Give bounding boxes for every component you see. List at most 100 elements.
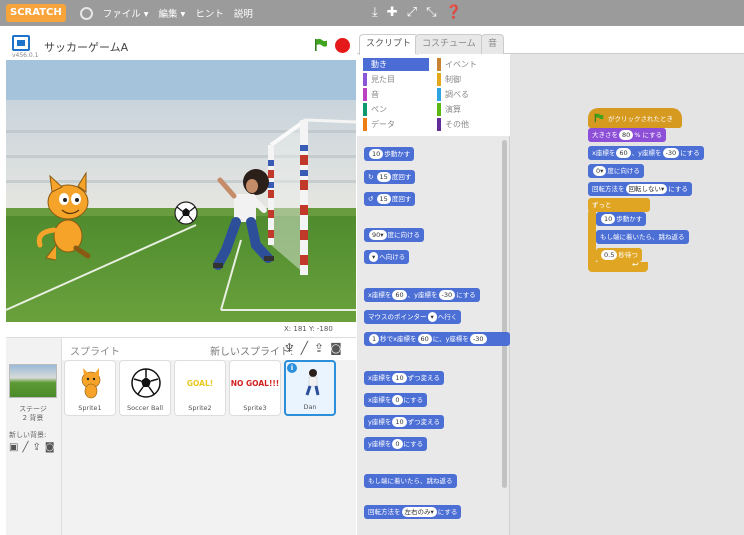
degrees-input[interactable]: 15 — [376, 172, 391, 182]
block-move-steps[interactable]: 10 歩動かす — [364, 147, 415, 161]
block-set-y[interactable]: y座標を 0 にする — [364, 437, 428, 451]
tab-scripts[interactable]: スクリプト — [359, 34, 419, 55]
category-sound[interactable]: 音 — [363, 88, 429, 101]
x-input[interactable]: 60 — [417, 334, 432, 344]
project-title[interactable]: サッカーゲームA — [44, 39, 128, 55]
sprite-tile-sprite1[interactable]: Sprite1 — [64, 360, 116, 416]
stop-button[interactable] — [335, 38, 350, 53]
palette-scrollbar[interactable] — [502, 140, 507, 488]
block-go-to-xy[interactable]: x座標を 60 、y座標を -30 にする — [588, 146, 704, 160]
block-change-y[interactable]: y座標を 10 ずつ変える — [364, 415, 444, 429]
presentation-mode-icon[interactable] — [12, 35, 30, 51]
stage-thumbnail[interactable] — [9, 364, 57, 398]
editor-tabs: スクリプト コスチューム 音 — [357, 30, 744, 55]
block-point-towards[interactable]: ▾ へ向ける — [364, 250, 410, 264]
y-input[interactable]: -30 — [469, 334, 487, 344]
menu-tips[interactable]: ヒント — [195, 6, 224, 20]
block-point-direction[interactable]: 90▾ 度に向ける — [364, 228, 425, 242]
menu-file[interactable]: ファイル ▾ — [103, 6, 149, 20]
forever-loop-arm — [588, 210, 596, 270]
x-input[interactable]: 60 — [392, 290, 407, 300]
block-move-steps[interactable]: 10 歩動かす — [596, 212, 647, 226]
x-input[interactable]: 10 — [392, 373, 407, 383]
tab-costumes[interactable]: コスチューム — [415, 34, 483, 54]
grow-icon[interactable]: ⤢ — [407, 5, 417, 20]
language-globe-icon[interactable] — [79, 6, 93, 20]
block-text: ずっと — [592, 201, 612, 209]
backdrop-library-icon[interactable]: ▣ — [9, 442, 18, 453]
target-dropdown[interactable]: ▾ — [369, 252, 379, 262]
sprite-tile-sprite2[interactable]: GOAL! Sprite2 — [174, 360, 226, 416]
y-input[interactable]: 0 — [392, 439, 403, 449]
soccer-ball-sprite[interactable] — [174, 201, 198, 225]
delete-icon[interactable]: ✚ — [387, 5, 398, 20]
duplicate-icon[interactable]: ⤓ — [372, 5, 378, 20]
block-turn-left[interactable]: ↺ 15 度回す — [364, 192, 416, 206]
sprite-tile-dan[interactable]: i Dan — [284, 360, 336, 416]
sprite-tile-soccer-ball[interactable]: Soccer Ball — [119, 360, 171, 416]
seconds-input[interactable]: 1 — [369, 334, 380, 344]
steps-input[interactable]: 10 — [601, 214, 616, 224]
block-go-to-xy[interactable]: x座標を 60 、y座標を -30 にする — [364, 288, 480, 302]
category-control[interactable]: 制御 — [437, 73, 503, 86]
block-glide[interactable]: 1 秒でx座標を 60 に、y座標を -30 — [364, 332, 510, 346]
y-input[interactable]: -30 — [438, 290, 456, 300]
block-change-x[interactable]: x座標を 10 ずつ変える — [364, 371, 444, 385]
paint-sprite-icon[interactable]: ╱ — [301, 341, 308, 355]
menu-about[interactable]: 説明 — [234, 6, 253, 20]
rotation-dropdown[interactable]: 回転しない▾ — [625, 184, 668, 194]
category-data[interactable]: データ — [363, 118, 429, 131]
block-wait[interactable]: 0.5 秒待つ — [596, 248, 642, 262]
category-more-blocks[interactable]: その他 — [437, 118, 503, 131]
block-forever[interactable]: ずっと — [588, 198, 650, 212]
tab-sounds[interactable]: 音 — [481, 34, 505, 54]
block-turn-right[interactable]: ↻ 15 度回す — [364, 170, 416, 184]
backdrop-upload-icon[interactable]: ⇪ — [32, 442, 40, 453]
help-icon[interactable]: ❓ — [445, 5, 461, 20]
green-flag-icon[interactable] — [314, 38, 328, 52]
scratch-logo[interactable]: SCRATCH — [6, 4, 66, 22]
block-text: にする — [668, 185, 688, 193]
block-text: x座標を — [368, 396, 392, 404]
x-input[interactable]: 60 — [616, 148, 631, 158]
menu-edit[interactable]: 編集 ▾ — [159, 6, 186, 20]
seconds-input[interactable]: 0.5 — [601, 250, 618, 260]
block-point-direction[interactable]: 0▾ 度に向ける — [588, 164, 644, 178]
degrees-input[interactable]: 15 — [376, 194, 391, 204]
direction-dropdown[interactable]: 0▾ — [593, 166, 607, 176]
target-dropdown[interactable]: ▾ — [427, 312, 437, 322]
category-operators[interactable]: 演算 — [437, 103, 503, 116]
block-text: マウスのポインター — [368, 313, 427, 321]
block-when-flag-clicked[interactable]: がクリックされたとき — [588, 108, 682, 128]
category-events[interactable]: イベント — [437, 58, 503, 71]
block-set-x[interactable]: x座標を 0 にする — [364, 393, 428, 407]
steps-input[interactable]: 10 — [369, 149, 384, 159]
backdrop-paint-icon[interactable]: ╱ — [22, 442, 28, 453]
stage-canvas[interactable] — [6, 60, 356, 322]
x-input[interactable]: 0 — [392, 395, 403, 405]
shrink-icon[interactable]: ⤡ — [426, 5, 436, 20]
stage-header: v456.0.1 サッカーゲームA — [6, 30, 356, 60]
block-rotation-style[interactable]: 回転方法を 回転しない▾ にする — [588, 182, 692, 196]
block-bounce[interactable]: もし端に着いたら、跳ね返る — [596, 230, 689, 244]
stage-backdrop — [6, 60, 356, 322]
sprite-tile-sprite3[interactable]: NO GOAL!!! Sprite3 — [229, 360, 281, 416]
sprite-library-icon[interactable]: ♆ — [284, 341, 295, 355]
size-input[interactable]: 80 — [619, 130, 634, 140]
stage-selector[interactable]: ステージ 2 背景 新しい背景: ▣ ╱ ⇪ ◙ — [6, 338, 62, 535]
category-motion[interactable]: 動き — [363, 58, 429, 71]
upload-sprite-icon[interactable]: ⇪ — [314, 341, 324, 355]
direction-dropdown[interactable]: 90▾ — [369, 230, 387, 240]
block-set-size[interactable]: 大きさを 80% にする — [588, 128, 667, 142]
category-looks[interactable]: 見た目 — [363, 73, 429, 86]
block-rotation-style[interactable]: 回転方法を 左右のみ▾ にする — [364, 505, 462, 519]
category-pen[interactable]: ペン — [363, 103, 429, 116]
block-bounce[interactable]: もし端に着いたら、跳ね返る — [364, 474, 457, 488]
rotation-dropdown[interactable]: 左右のみ▾ — [401, 507, 437, 517]
block-go-to-mouse[interactable]: マウスのポインター ▾ へ行く — [364, 310, 462, 324]
camera-sprite-icon[interactable]: ◙ — [330, 341, 342, 355]
category-sensing[interactable]: 調べる — [437, 88, 503, 101]
y-input[interactable]: 10 — [392, 417, 407, 427]
y-input[interactable]: -30 — [662, 148, 680, 158]
backdrop-camera-icon[interactable]: ◙ — [45, 442, 55, 453]
